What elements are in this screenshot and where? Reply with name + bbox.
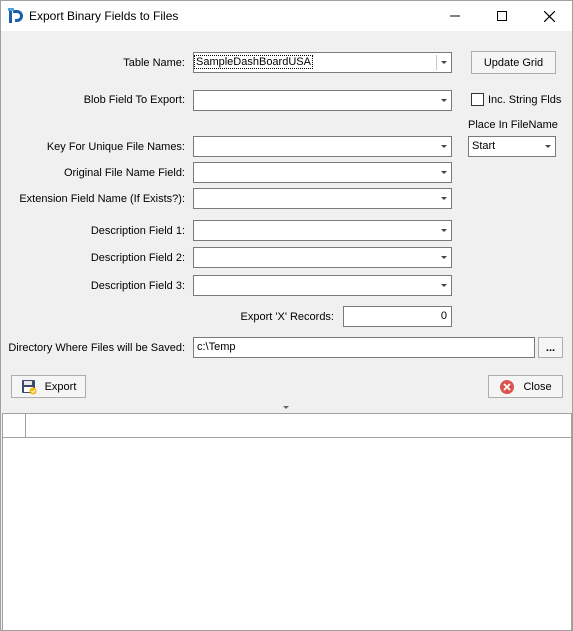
export-binary-fields-dialog: Export Binary Fields to Files Table Name… [0,0,573,631]
maximize-icon [497,11,507,21]
blob-field-label: Blob Field To Export: [83,94,185,106]
grid-header [3,414,571,438]
chevron-down-icon [441,171,447,174]
table-name-value: SampleDashBoardUSA [194,55,313,69]
description3-label: Description Field 3: [90,280,185,292]
directory-value: c:\Temp [197,341,236,353]
export-label: Export [44,380,77,393]
chevron-down-icon [441,99,447,102]
export-records-value: 0 [440,310,447,322]
export-records-label: Export 'X' Records: [240,311,334,323]
close-window-button[interactable] [526,1,572,31]
inc-string-checkbox[interactable] [471,93,484,106]
save-disk-icon [21,379,37,394]
minimize-icon [450,15,460,17]
place-in-filename-label: Place In FileName [468,119,558,131]
place-in-filename-combo[interactable]: Start [468,136,556,157]
chevron-down-icon [441,229,447,232]
chevron-down-icon [545,145,551,148]
update-grid-button[interactable]: Update Grid [471,51,556,74]
chevron-down-icon [441,197,447,200]
place-in-filename-value: Start [472,140,496,152]
combo-separator [436,55,437,70]
description3-combo[interactable] [193,275,452,296]
browse-label: ... [545,341,556,354]
minimize-button[interactable] [432,1,478,31]
close-label: Close [523,380,552,393]
export-button[interactable]: Export [11,375,86,398]
table-name-combo[interactable]: SampleDashBoardUSA [193,52,452,73]
table-name-label: Table Name: [123,57,185,69]
extension-field-label: Extension Field Name (If Exists?): [19,193,185,205]
extension-field-combo[interactable] [193,188,452,209]
description2-combo[interactable] [193,247,452,268]
close-button[interactable]: Close [488,375,563,398]
description2-label: Description Field 2: [90,252,185,264]
browse-directory-button[interactable]: ... [538,337,563,358]
grid-row-indicator-header[interactable] [3,414,26,438]
splitter-handle-icon[interactable] [283,406,289,409]
maximize-button[interactable] [479,1,525,31]
chevron-down-icon [441,61,447,64]
update-grid-label: Update Grid [483,56,544,69]
original-name-combo[interactable] [193,162,452,183]
close-icon [543,10,555,22]
export-records-input[interactable]: 0 [343,306,452,327]
inc-string-label: Inc. String Flds [488,94,562,106]
window-title: Export Binary Fields to Files [29,9,179,23]
chevron-down-icon [441,256,447,259]
key-field-combo[interactable] [193,136,452,157]
close-circle-icon [500,379,515,394]
directory-input[interactable]: c:\Temp [193,337,535,358]
description1-label: Description Field 1: [90,225,185,237]
title-bar: Export Binary Fields to Files [1,1,572,31]
chevron-down-icon [441,284,447,287]
description1-combo[interactable] [193,220,452,241]
original-name-label: Original File Name Field: [63,167,185,179]
blob-field-combo[interactable] [193,90,452,111]
key-field-label: Key For Unique File Names: [46,141,185,153]
directory-label: Directory Where Files will be Saved: [8,342,185,354]
records-grid[interactable] [2,413,572,631]
chevron-down-icon [441,145,447,148]
app-logo-icon [8,8,23,23]
